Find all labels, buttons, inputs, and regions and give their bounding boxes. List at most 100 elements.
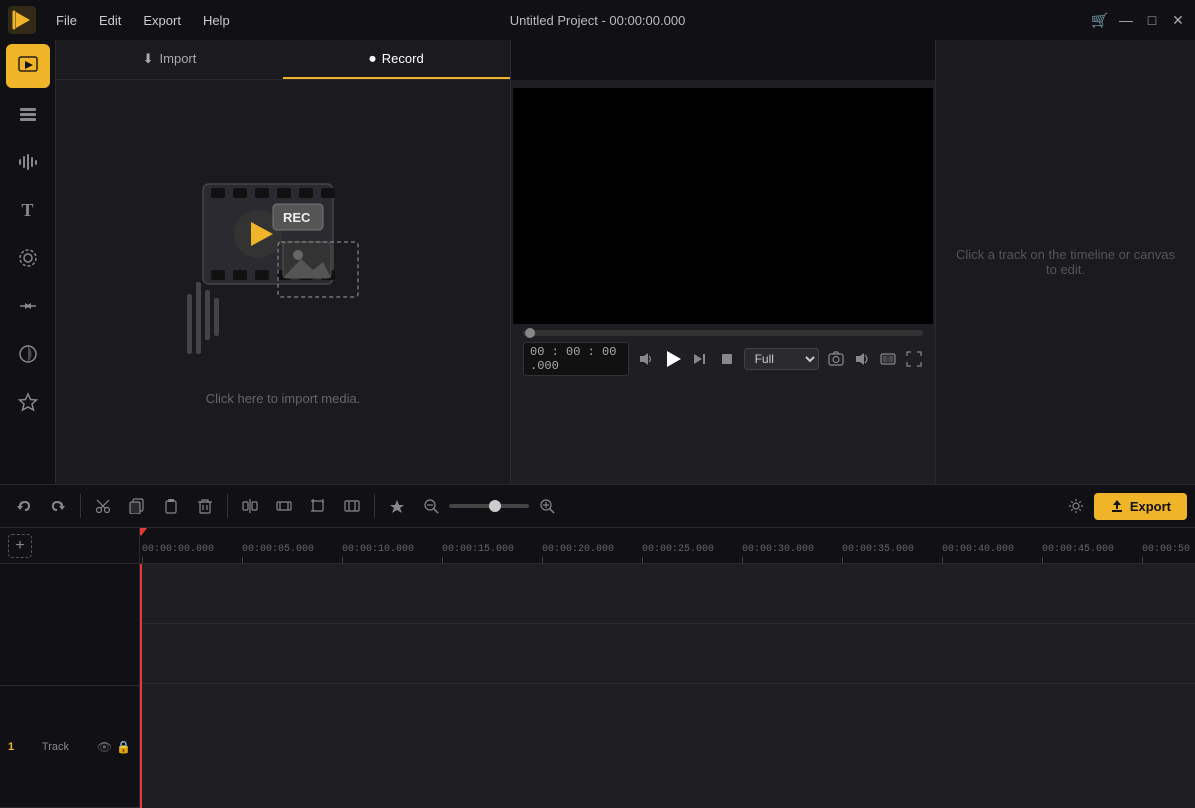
zoom-plus-btn[interactable] <box>531 490 563 522</box>
marker-btn[interactable] <box>381 490 413 522</box>
ruler-mark-9: 00:00:45.000 <box>1040 544 1140 563</box>
timeline-ruler: 00:00:00.000 00:00:05.000 00:00:10.000 0… <box>140 528 1195 564</box>
playhead-head <box>140 528 147 536</box>
redo-btn[interactable] <box>42 490 74 522</box>
volume-ctrl-btn[interactable] <box>853 347 871 371</box>
cut-btn[interactable] <box>87 490 119 522</box>
maximize-button[interactable]: □ <box>1143 11 1161 29</box>
skip-forward-btn[interactable] <box>691 347 709 371</box>
menu-bar: File Edit Export Help <box>52 11 234 30</box>
tab-record[interactable]: ⏺ Record <box>283 40 510 79</box>
track-header-add: + <box>0 528 139 564</box>
track-header-1: 1 Track 👁 🔒 <box>0 686 139 808</box>
split-btn[interactable] <box>234 490 266 522</box>
menu-export[interactable]: Export <box>139 11 185 30</box>
copy-btn[interactable] <box>121 490 153 522</box>
close-button[interactable]: ✕ <box>1169 11 1187 29</box>
timeline-tracks[interactable] <box>140 564 1195 808</box>
stop-btn[interactable] <box>718 347 736 371</box>
toolbar-sep-1 <box>80 494 81 518</box>
zoom-minus-btn[interactable] <box>415 490 447 522</box>
menu-file[interactable]: File <box>52 11 81 30</box>
toolbar-sep-2 <box>227 494 228 518</box>
screenshot-btn[interactable] <box>827 347 845 371</box>
ruler-mark-6: 00:00:30.000 <box>740 544 840 563</box>
track-headers: + 1 Track 👁 🔒 <box>0 528 140 808</box>
progress-knob[interactable] <box>525 328 535 338</box>
track-lock-icon[interactable]: 🔒 <box>116 740 131 754</box>
preview-panel: 00 : 00 : 00 .000 Full Half Quarter <box>511 40 935 484</box>
ruler-mark-4: 00:00:20.000 <box>540 544 640 563</box>
ruler-mark-8: 00:00:40.000 <box>940 544 1040 563</box>
ruler-mark-0: 00:00:00.000 <box>140 544 240 563</box>
sidebar-item-filters[interactable] <box>6 332 50 376</box>
sidebar-item-audio[interactable] <box>6 140 50 184</box>
zoom-slider[interactable] <box>449 504 529 508</box>
fullscreen-btn[interactable] <box>905 347 923 371</box>
ruler-mark-2: 00:00:10.000 <box>340 544 440 563</box>
media-illustration: REC <box>173 159 393 379</box>
toolbar-sep-3 <box>374 494 375 518</box>
sidebar-item-layers[interactable] <box>6 92 50 136</box>
menu-help[interactable]: Help <box>199 11 234 30</box>
delete-btn[interactable] <box>189 490 221 522</box>
toolbar: Export <box>0 484 1195 528</box>
svg-text:REC: REC <box>283 210 311 225</box>
preview-controls: 00 : 00 : 00 .000 Full Half Quarter <box>511 324 935 382</box>
sidebar-item-elements[interactable] <box>6 236 50 280</box>
timeline-upper-area <box>0 564 139 686</box>
sidebar-item-transitions[interactable] <box>6 284 50 328</box>
sidebar-item-favorites[interactable] <box>6 380 50 424</box>
quality-select[interactable]: Full Half Quarter <box>744 348 819 370</box>
time-display: 00 : 00 : 00 .000 <box>523 342 629 376</box>
volume-btn[interactable] <box>637 347 655 371</box>
crop-btn[interactable] <box>302 490 334 522</box>
cart-icon[interactable]: 🛒 <box>1091 11 1109 29</box>
playhead[interactable] <box>140 564 142 808</box>
trim-btn[interactable] <box>268 490 300 522</box>
timeline-content: 00:00:00.000 00:00:05.000 00:00:10.000 0… <box>140 528 1195 808</box>
track-name-1: Track <box>42 741 69 753</box>
undo-btn[interactable] <box>8 490 40 522</box>
minimize-button[interactable]: — <box>1117 11 1135 29</box>
ruler-mark-3: 00:00:15.000 <box>440 544 540 563</box>
play-button[interactable] <box>663 347 683 371</box>
paste-btn[interactable] <box>155 490 187 522</box>
ruler-mark-1: 00:00:05.000 <box>240 544 340 563</box>
aspect-btn[interactable] <box>879 347 897 371</box>
preview-top-bar <box>511 40 935 80</box>
zoom-area <box>449 504 529 508</box>
settings-btn[interactable] <box>1060 490 1092 522</box>
properties-hint: Click a track on the timeline or canvas … <box>956 247 1175 277</box>
sidebar-item-text[interactable]: T <box>6 188 50 232</box>
fit-btn[interactable] <box>336 490 368 522</box>
add-track-button[interactable]: + <box>8 534 32 558</box>
import-label: Import <box>160 51 197 66</box>
export-button[interactable]: Export <box>1094 493 1187 520</box>
track-visibility-icon[interactable]: 👁 <box>97 740 112 754</box>
tab-import[interactable]: ⬇ Import <box>56 40 283 79</box>
ruler-marks: 00:00:00.000 00:00:05.000 00:00:10.000 0… <box>140 528 1195 563</box>
sidebar-item-media[interactable] <box>6 44 50 88</box>
media-panel: ⬇ Import ⏺ Record <box>56 40 511 484</box>
sidebar: T <box>0 40 56 484</box>
track-icons-1: 👁 🔒 <box>97 740 131 754</box>
properties-panel: Click a track on the timeline or canvas … <box>935 40 1195 484</box>
media-import-area[interactable]: REC Click here to import media. <box>56 80 510 484</box>
titlebar: File Edit Export Help Untitled Project -… <box>0 0 1195 40</box>
titlebar-controls: 🛒 — □ ✕ <box>1091 11 1187 29</box>
media-placeholder: Click here to import media. <box>206 391 361 406</box>
timeline-track-row-1 <box>140 624 1195 684</box>
ruler-mark-10: 00:00:50 <box>1140 544 1195 563</box>
app-logo <box>8 6 36 34</box>
progress-bar[interactable] <box>523 330 923 336</box>
media-tabs: ⬇ Import ⏺ Record <box>56 40 510 80</box>
record-icon: ⏺ <box>369 51 376 67</box>
ruler-mark-7: 00:00:35.000 <box>840 544 940 563</box>
zoom-thumb[interactable] <box>489 500 501 512</box>
controls-row: 00 : 00 : 00 .000 Full Half Quarter <box>523 342 923 376</box>
menu-edit[interactable]: Edit <box>95 11 125 30</box>
timeline-track-row-upper <box>140 564 1195 624</box>
titlebar-left: File Edit Export Help <box>8 6 234 34</box>
import-icon: ⬇ <box>143 51 154 67</box>
